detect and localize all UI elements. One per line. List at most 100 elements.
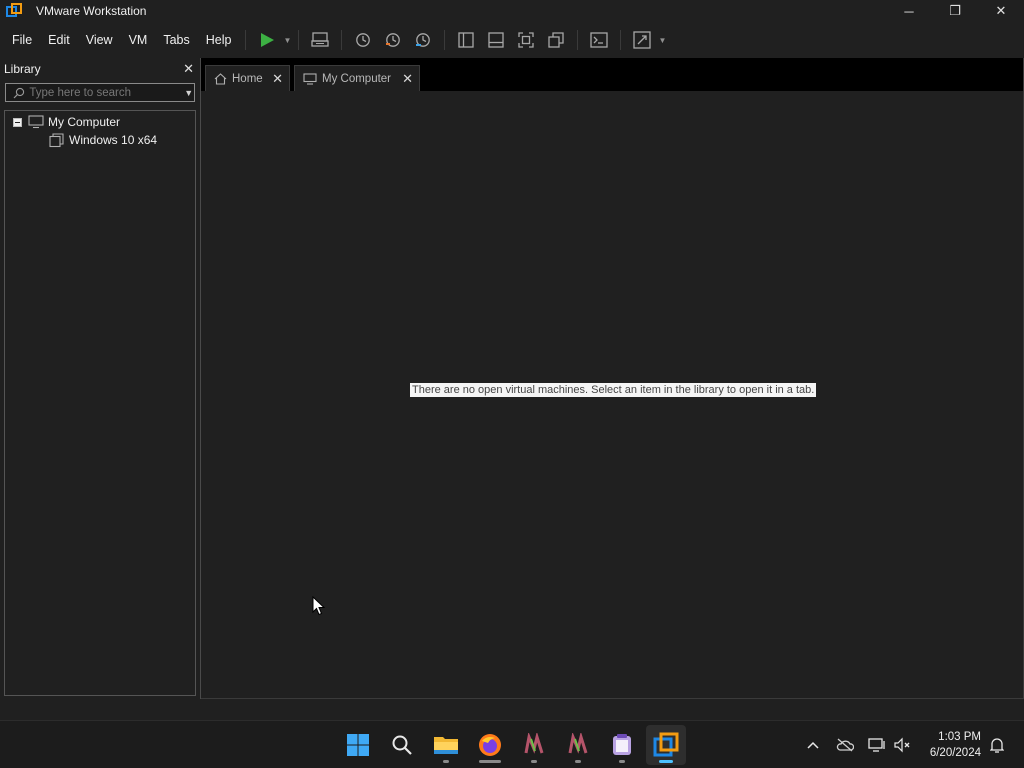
notification-bell-icon [990,738,1004,753]
full-screen-icon [518,32,535,48]
toolbar-separator [620,30,622,50]
menu-view[interactable]: View [78,22,121,58]
start-button[interactable] [338,725,378,765]
network-tray[interactable] [864,721,890,768]
title-bar: VMware Workstation ─ ❐ ✕ [0,0,1024,22]
menu-help[interactable]: Help [198,22,240,58]
onedrive-tray[interactable] [832,721,858,768]
toolbar-separator [577,30,579,50]
tree-item-label: My Computer [48,115,121,129]
tab-close-button[interactable]: ✕ [402,71,413,87]
menu-vm[interactable]: VM [121,22,156,58]
tree-item-my-computer[interactable]: My Computer [13,113,120,131]
taskbar-notepad-plus-plus[interactable] [514,725,554,765]
menu-toolbar-bar: File Edit View VM Tabs Help ▼ ▼ [0,22,1024,58]
take-snapshot-button[interactable] [348,26,378,54]
computer-icon [28,115,44,129]
stretch-guest-icon [633,31,652,49]
tab-label: My Computer [322,72,392,85]
active-indicator [659,760,673,763]
power-on-button[interactable] [252,26,282,54]
library-header: Library ✕ [0,58,200,80]
revert-snapshot-button[interactable] [378,26,408,54]
tab-close-button[interactable]: ✕ [272,71,283,87]
minimize-button[interactable]: ─ [886,0,932,22]
restore-button[interactable]: ❐ [932,0,978,22]
onedrive-icon [836,738,854,752]
revert-snapshot-icon [386,33,401,47]
toolbar-separator [245,30,247,50]
clock-time: 1:03 PM [938,731,981,743]
library-panel: Library ✕ ▼ My Computer Windows 10 x64 [0,58,200,698]
taskbar-search-button[interactable] [382,725,422,765]
no-open-vms-message: There are no open virtual machines. Sele… [410,383,817,397]
taskbar-vmware-workstation[interactable] [646,725,686,765]
show-library-button[interactable] [451,26,481,54]
show-library-icon [458,32,475,48]
volume-tray[interactable] [890,721,914,768]
unity-button[interactable] [541,26,571,54]
snapshot-icon [356,33,371,47]
show-thumbnail-bar-button[interactable] [481,26,511,54]
window-controls: ─ ❐ ✕ [886,0,1024,22]
taskbar-file-explorer[interactable] [426,725,466,765]
tree-item-label: Windows 10 x64 [69,133,158,147]
show-thumbnail-bar-icon [488,32,505,48]
tab-home[interactable]: Home ✕ [205,65,290,91]
file-explorer-icon [434,737,458,754]
full-screen-button[interactable] [511,26,541,54]
menu-edit[interactable]: Edit [40,22,78,58]
show-hidden-icons-button[interactable] [802,721,824,768]
collapse-toggle[interactable] [13,117,22,127]
library-search-input[interactable] [29,86,184,99]
taskbar-firefox[interactable] [470,725,510,765]
stretch-dropdown-caret[interactable]: ▼ [657,26,667,54]
chevron-up-icon [807,741,819,749]
play-icon [261,33,275,47]
library-tree: My Computer Windows 10 x64 [4,110,196,696]
vmware-workstation-icon [653,732,679,757]
tab-my-computer[interactable]: My Computer ✕ [294,65,420,91]
send-ctrl-alt-del-icon [311,32,330,47]
system-clock[interactable]: 1:03 PM 6/20/2024 [930,729,981,761]
search-dropdown-caret[interactable]: ▼ [183,88,194,98]
tree-item-windows-10-x64[interactable]: Windows 10 x64 [49,131,157,149]
tab-strip: Home ✕ My Computer ✕ [201,58,1024,91]
send-ctrl-alt-del-button[interactable] [305,26,335,54]
vmware-logo-icon [6,3,22,19]
console-view-button[interactable] [584,26,614,54]
taskbar-notepad-plus-plus-2[interactable] [558,725,598,765]
notepad-plus-plus-icon [568,733,588,754]
search-icon [392,735,412,755]
running-indicator [575,760,581,763]
close-window-button[interactable]: ✕ [978,0,1024,22]
taskbar-notepad[interactable] [602,725,642,765]
home-icon [214,72,227,85]
stretch-guest-button[interactable] [627,26,657,54]
network-icon [868,738,885,752]
power-dropdown-caret[interactable]: ▼ [282,26,292,54]
unity-icon [548,32,565,48]
window-title: VMware Workstation [36,4,147,18]
tab-label: Home [232,72,263,85]
library-close-button[interactable]: ✕ [183,61,194,77]
volume-muted-icon [894,737,910,753]
toolbar-separator [341,30,343,50]
running-indicator [619,760,625,763]
menu-file[interactable]: File [4,22,40,58]
running-indicator [479,760,501,763]
start-icon [347,734,369,756]
notification-center-button[interactable] [986,721,1008,768]
snapshot-manager-button[interactable] [408,26,438,54]
menu-tabs[interactable]: Tabs [155,22,197,58]
search-icon [12,84,25,101]
virtual-machine-icon [49,132,64,147]
taskbar: 1:03 PM 6/20/2024 [0,720,1024,768]
library-title: Library [4,62,41,76]
running-indicator [531,760,537,763]
computer-icon [303,72,317,85]
console-view-icon [590,32,609,48]
notepad-icon [613,734,631,755]
snapshot-manager-icon [416,33,431,47]
status-bar [0,699,1024,720]
